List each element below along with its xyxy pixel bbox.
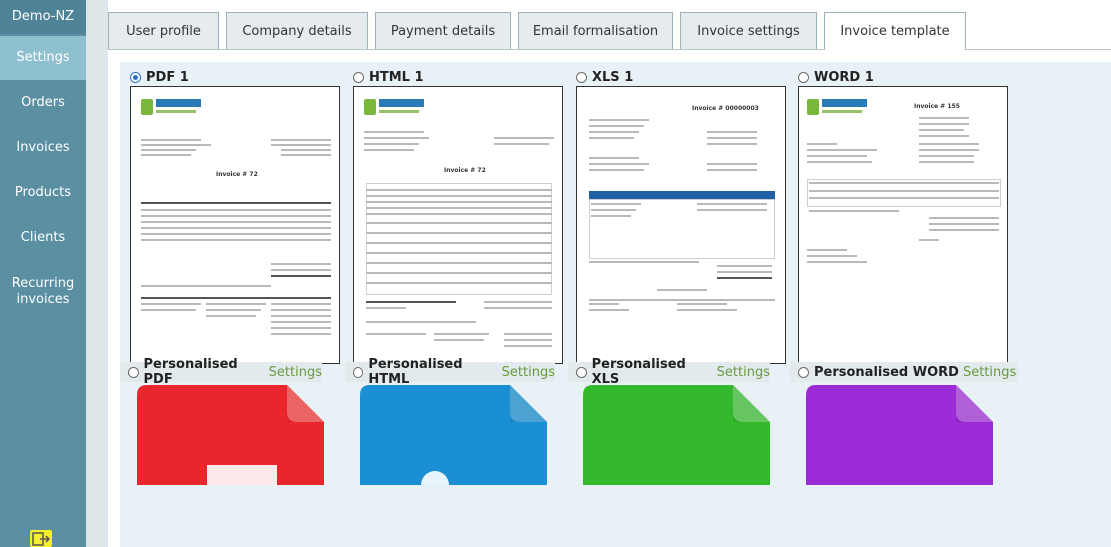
tab-invoice-template[interactable]: Invoice template — [824, 12, 966, 50]
sidebar-item-clients[interactable]: Clients — [0, 216, 86, 260]
preview-invoice-title: Invoice # 72 — [444, 167, 486, 174]
preview-invoice-title: Invoice # 00000003 — [692, 105, 759, 112]
template-xls-1: XLS 1 Invoice # 00000003 — [576, 69, 786, 364]
template-word-1-label: WORD 1 — [814, 69, 874, 85]
tab-company-details[interactable]: Company details — [226, 12, 368, 49]
personalised-word-label: Personalised WORD — [814, 364, 959, 380]
word-file-icon[interactable] — [806, 385, 993, 485]
inv24-logo — [141, 97, 203, 117]
template-xls-1-preview[interactable]: Invoice # 00000003 — [576, 86, 786, 364]
template-xls-1-label: XLS 1 — [592, 69, 634, 85]
tab-bar: User profile Company details Payment det… — [108, 0, 1111, 50]
template-html-1-preview[interactable]: Invoice # 72 — [353, 86, 563, 364]
logout-icon[interactable] — [30, 530, 52, 547]
preview-table — [366, 183, 552, 295]
personalised-html-option[interactable]: Personalised HTML Settings — [345, 357, 555, 387]
radio-word-1[interactable] — [798, 71, 809, 83]
personalised-html-label: Personalised HTML — [368, 357, 463, 387]
inv24-logo — [364, 97, 426, 117]
sidebar: Demo-NZ Settings Orders Invoices Product… — [0, 0, 86, 547]
personalised-xls-settings-link[interactable]: Settings — [717, 365, 770, 380]
template-xls-1-option[interactable]: XLS 1 — [576, 69, 633, 85]
personalised-word-option[interactable]: Personalised WORD Settings — [790, 362, 1018, 382]
sidebar-item-orders[interactable]: Orders — [0, 81, 86, 125]
template-html-1-option[interactable]: HTML 1 — [353, 69, 424, 85]
template-html-1: HTML 1 Invoice # 72 — [353, 69, 563, 364]
radio-personalised-html[interactable] — [353, 366, 364, 378]
preview-invoice-title: Invoice # 155 — [914, 103, 960, 110]
radio-personalised-xls[interactable] — [576, 366, 587, 378]
template-word-1-option[interactable]: WORD 1 — [798, 69, 874, 85]
personalised-word-settings-link[interactable]: Settings — [963, 365, 1016, 380]
template-pdf-1-option[interactable]: PDF 1 — [130, 69, 189, 85]
radio-personalised-pdf[interactable] — [128, 366, 139, 378]
template-pdf-1-label: PDF 1 — [146, 69, 189, 85]
radio-xls-1[interactable] — [576, 71, 587, 83]
pdf-file-icon[interactable] — [137, 385, 324, 485]
preview-table-header — [589, 191, 775, 199]
radio-html-1[interactable] — [353, 71, 364, 83]
personalised-xls-label: Personalised XLS — [591, 357, 686, 387]
tab-email-formalisation[interactable]: Email formalisation — [518, 12, 673, 49]
personalised-pdf-label: Personalised PDF — [143, 357, 238, 387]
account-name[interactable]: Demo-NZ — [0, 0, 86, 34]
radio-personalised-word[interactable] — [798, 366, 809, 378]
sidebar-item-recurring-invoices[interactable]: Recurring invoices — [0, 270, 86, 314]
sidebar-item-products[interactable]: Products — [0, 171, 86, 215]
preview-table — [589, 199, 775, 259]
inv24-logo — [807, 97, 869, 117]
preview-invoice-title: Invoice # 72 — [216, 171, 258, 178]
sidebar-item-invoices[interactable]: Invoices — [0, 126, 86, 170]
personalised-html-settings-link[interactable]: Settings — [502, 365, 555, 380]
personalised-pdf-option[interactable]: Personalised PDF Settings — [120, 357, 322, 387]
personalised-xls-option[interactable]: Personalised XLS Settings — [568, 357, 770, 387]
template-word-1-preview[interactable]: Invoice # 155 — [798, 86, 1008, 364]
tab-invoice-settings[interactable]: Invoice settings — [680, 12, 817, 49]
tab-user-profile[interactable]: User profile — [108, 12, 219, 49]
personalised-pdf-settings-link[interactable]: Settings — [269, 365, 322, 380]
tab-payment-details[interactable]: Payment details — [375, 12, 511, 49]
html-file-icon[interactable] — [360, 385, 547, 485]
template-pdf-1-preview[interactable]: Invoice # 72 — [130, 86, 340, 364]
template-pdf-1: PDF 1 Invoice # 72 — [130, 69, 340, 364]
sidebar-divider — [86, 0, 108, 547]
template-html-1-label: HTML 1 — [369, 69, 424, 85]
sidebar-item-settings[interactable]: Settings — [0, 36, 86, 80]
xls-file-icon[interactable] — [583, 385, 770, 485]
template-word-1: WORD 1 Invoice # 155 — [798, 69, 1008, 364]
radio-pdf-1[interactable] — [130, 71, 141, 83]
